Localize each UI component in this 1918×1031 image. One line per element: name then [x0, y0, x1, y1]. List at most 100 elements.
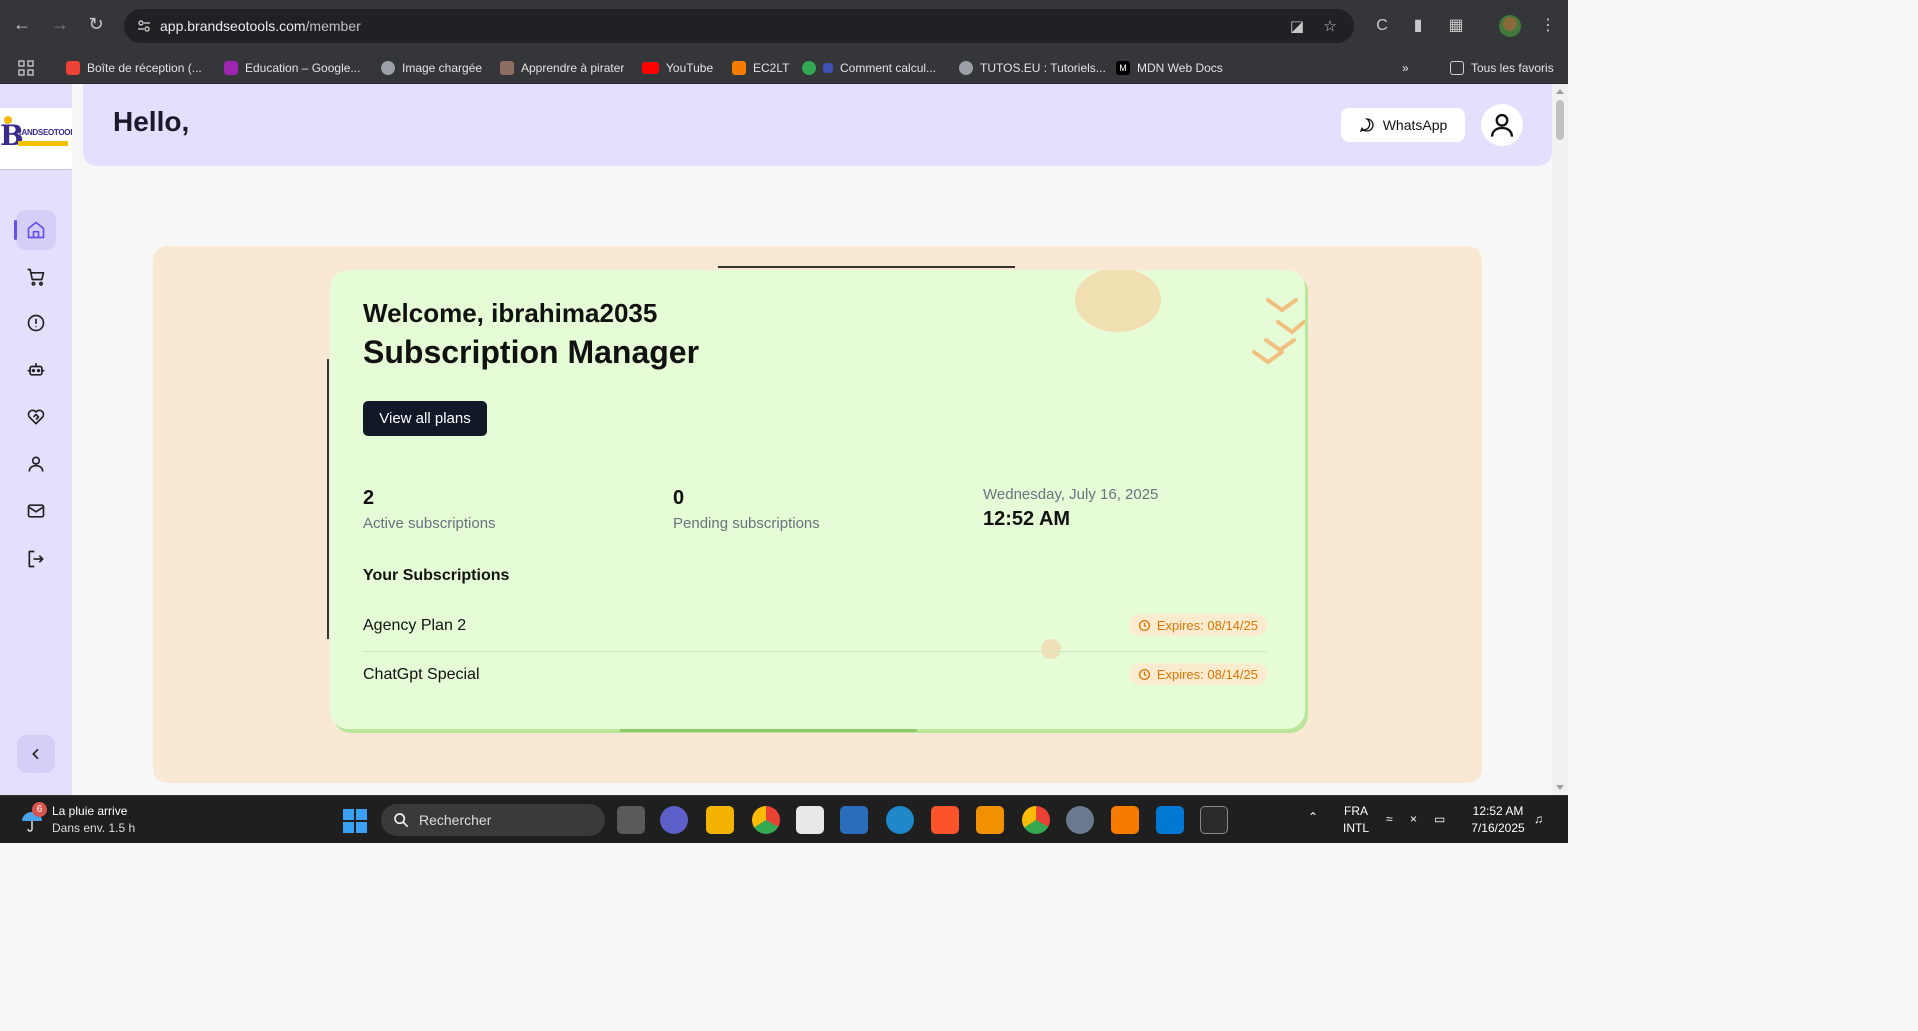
clock-time[interactable]: 12:52 AM: [1466, 804, 1530, 818]
bookmark-mdn[interactable]: M MDN Web Docs: [1116, 59, 1223, 77]
view-all-plans-button[interactable]: View all plans: [363, 401, 487, 436]
home-icon: [27, 221, 45, 239]
expiry-badge: Expires: 08/14/25: [1128, 663, 1267, 685]
bookmark-education[interactable]: Education – Google...: [224, 59, 360, 77]
decorative-line: [718, 266, 1015, 268]
sidebar-collapse-button[interactable]: [17, 735, 55, 773]
terminal-icon[interactable]: [1200, 806, 1228, 834]
translate-icon[interactable]: ◪: [1288, 18, 1306, 36]
all-bookmarks-folder[interactable]: Tous les favoris: [1450, 59, 1554, 77]
reload-icon[interactable]: ↻: [84, 12, 108, 36]
user-menu-button[interactable]: [1481, 104, 1523, 146]
address-bar[interactable]: app.brandseotools.com/member ◪ ☆: [124, 9, 1354, 43]
decorative-line: [327, 359, 329, 639]
more-bookmarks-icon[interactable]: »: [1402, 59, 1409, 77]
bookmark-pirater[interactable]: Apprendre à pirater: [500, 59, 624, 77]
menu-kebab-icon[interactable]: ⋮: [1538, 16, 1558, 36]
sidebar-item-robot[interactable]: [16, 349, 56, 389]
brave-icon[interactable]: [931, 806, 959, 834]
subscription-row[interactable]: ChatGpt Special Expires: 08/14/25: [363, 656, 1267, 696]
language-bottom[interactable]: INTL: [1340, 821, 1372, 835]
brand-logo[interactable]: B RANDSEOTOOLS: [0, 108, 72, 170]
bookmark-star-icon[interactable]: ☆: [1321, 18, 1339, 36]
notification-bell-icon[interactable]: ♫: [1534, 812, 1543, 826]
chevron-left-icon: [32, 748, 39, 760]
file-explorer-icon[interactable]: [706, 806, 734, 834]
logo-text: RANDSEOTOOLS: [16, 128, 72, 137]
bookmark-comment[interactable]: Comment calcul...: [802, 59, 936, 77]
cart-icon: [27, 268, 45, 286]
row-divider: [363, 651, 1267, 652]
sidebar-item-profile[interactable]: [16, 444, 56, 484]
bookmark-ec2lt[interactable]: EC2LT: [732, 59, 789, 77]
sheets-icon: [802, 61, 816, 75]
subscription-card: Welcome, ibrahima2035 Subscription Manag…: [330, 270, 1305, 729]
taskbar: 6 La pluie arrive Dans env. 1.5 h Recher…: [0, 795, 1568, 843]
extension-c-icon[interactable]: C: [1372, 16, 1392, 36]
current-date: Wednesday, July 16, 2025: [983, 486, 1159, 503]
sidebar-item-partners[interactable]: [16, 397, 56, 437]
sidebar-item-logout[interactable]: [16, 539, 56, 579]
weather-subtitle: Dans env. 1.5 h: [52, 821, 136, 835]
globe-icon: [959, 61, 973, 75]
vmware-icon[interactable]: [976, 806, 1004, 834]
expiry-text: Expires: 08/14/25: [1156, 617, 1258, 633]
mail-icon: [27, 504, 45, 518]
vscode-icon[interactable]: [1156, 806, 1184, 834]
scroll-down-icon[interactable]: [1556, 785, 1564, 790]
decorative-line: [620, 729, 917, 732]
sidebar-item-messages[interactable]: [16, 491, 56, 531]
bookmark-favicon-icon: [500, 61, 514, 75]
windows-start-icon[interactable]: [343, 809, 367, 833]
bookmark-gmail[interactable]: Boîte de réception (...: [66, 59, 202, 77]
url-text: app.brandseotools.com/member: [160, 18, 361, 34]
microsoft-store-icon[interactable]: [796, 806, 824, 834]
teams-chat-icon[interactable]: [660, 806, 688, 834]
extensions-puzzle-icon[interactable]: ▦: [1446, 16, 1466, 36]
wifi-icon[interactable]: ≈: [1386, 812, 1393, 826]
scroll-up-icon[interactable]: [1556, 89, 1564, 94]
taskbar-search[interactable]: Rechercher: [381, 804, 605, 836]
xampp-icon[interactable]: [1111, 806, 1139, 834]
volume-muted-icon[interactable]: ×: [1410, 812, 1417, 826]
gmail-icon: [66, 61, 80, 75]
sidebar-item-cart[interactable]: [16, 257, 56, 297]
logo-tagline: [18, 141, 68, 146]
bookmark-youtube[interactable]: YouTube: [642, 59, 713, 77]
sidebar-item-alerts[interactable]: [16, 303, 56, 343]
page-viewport: B RANDSEOTOOLS H: [0, 84, 1552, 795]
subscription-row[interactable]: Agency Plan 2 Expires: 08/14/25: [363, 607, 1267, 647]
apps-grid-icon[interactable]: [18, 59, 34, 77]
virtualbox-icon[interactable]: [840, 806, 868, 834]
globe-icon: [381, 61, 395, 75]
chrome-profile-icon[interactable]: [1022, 806, 1050, 834]
sidebar-item-home[interactable]: [14, 210, 56, 250]
bookmark-tutos[interactable]: TUTOS.EU : Tutoriels...: [959, 59, 1106, 77]
sidebar: B RANDSEOTOOLS: [0, 84, 72, 795]
decorative-blob: [1075, 270, 1161, 332]
clock-date[interactable]: 7/16/2025: [1466, 821, 1530, 835]
forward-arrow-icon[interactable]: →: [48, 12, 72, 36]
document-icon[interactable]: ▮: [1408, 16, 1428, 36]
battery-icon[interactable]: ▭: [1434, 812, 1445, 826]
bookmark-image[interactable]: Image chargée: [381, 59, 482, 77]
alert-icon: [27, 314, 45, 332]
chrome-icon[interactable]: [752, 806, 780, 834]
settings-gear-icon[interactable]: [1066, 806, 1094, 834]
profile-avatar[interactable]: [1499, 15, 1521, 37]
site-settings-icon[interactable]: [136, 18, 152, 34]
language-top[interactable]: FRA: [1340, 804, 1372, 818]
search-placeholder: Rechercher: [419, 812, 492, 828]
scrollbar-thumb[interactable]: [1556, 100, 1564, 140]
edge-icon[interactable]: [886, 806, 914, 834]
back-arrow-icon[interactable]: ←: [10, 12, 34, 36]
task-view-icon[interactable]: [617, 806, 645, 834]
whatsapp-button[interactable]: WhatsApp: [1341, 108, 1465, 142]
subscription-name: Agency Plan 2: [363, 617, 467, 634]
tray-overflow-icon[interactable]: ⌃: [1308, 810, 1318, 824]
calc-icon: [823, 63, 833, 73]
page-scrollbar[interactable]: [1552, 84, 1568, 795]
subscriptions-heading: Your Subscriptions: [363, 567, 510, 584]
heart-handshake-icon: [27, 409, 45, 425]
subscription-name: ChatGpt Special: [363, 666, 480, 683]
